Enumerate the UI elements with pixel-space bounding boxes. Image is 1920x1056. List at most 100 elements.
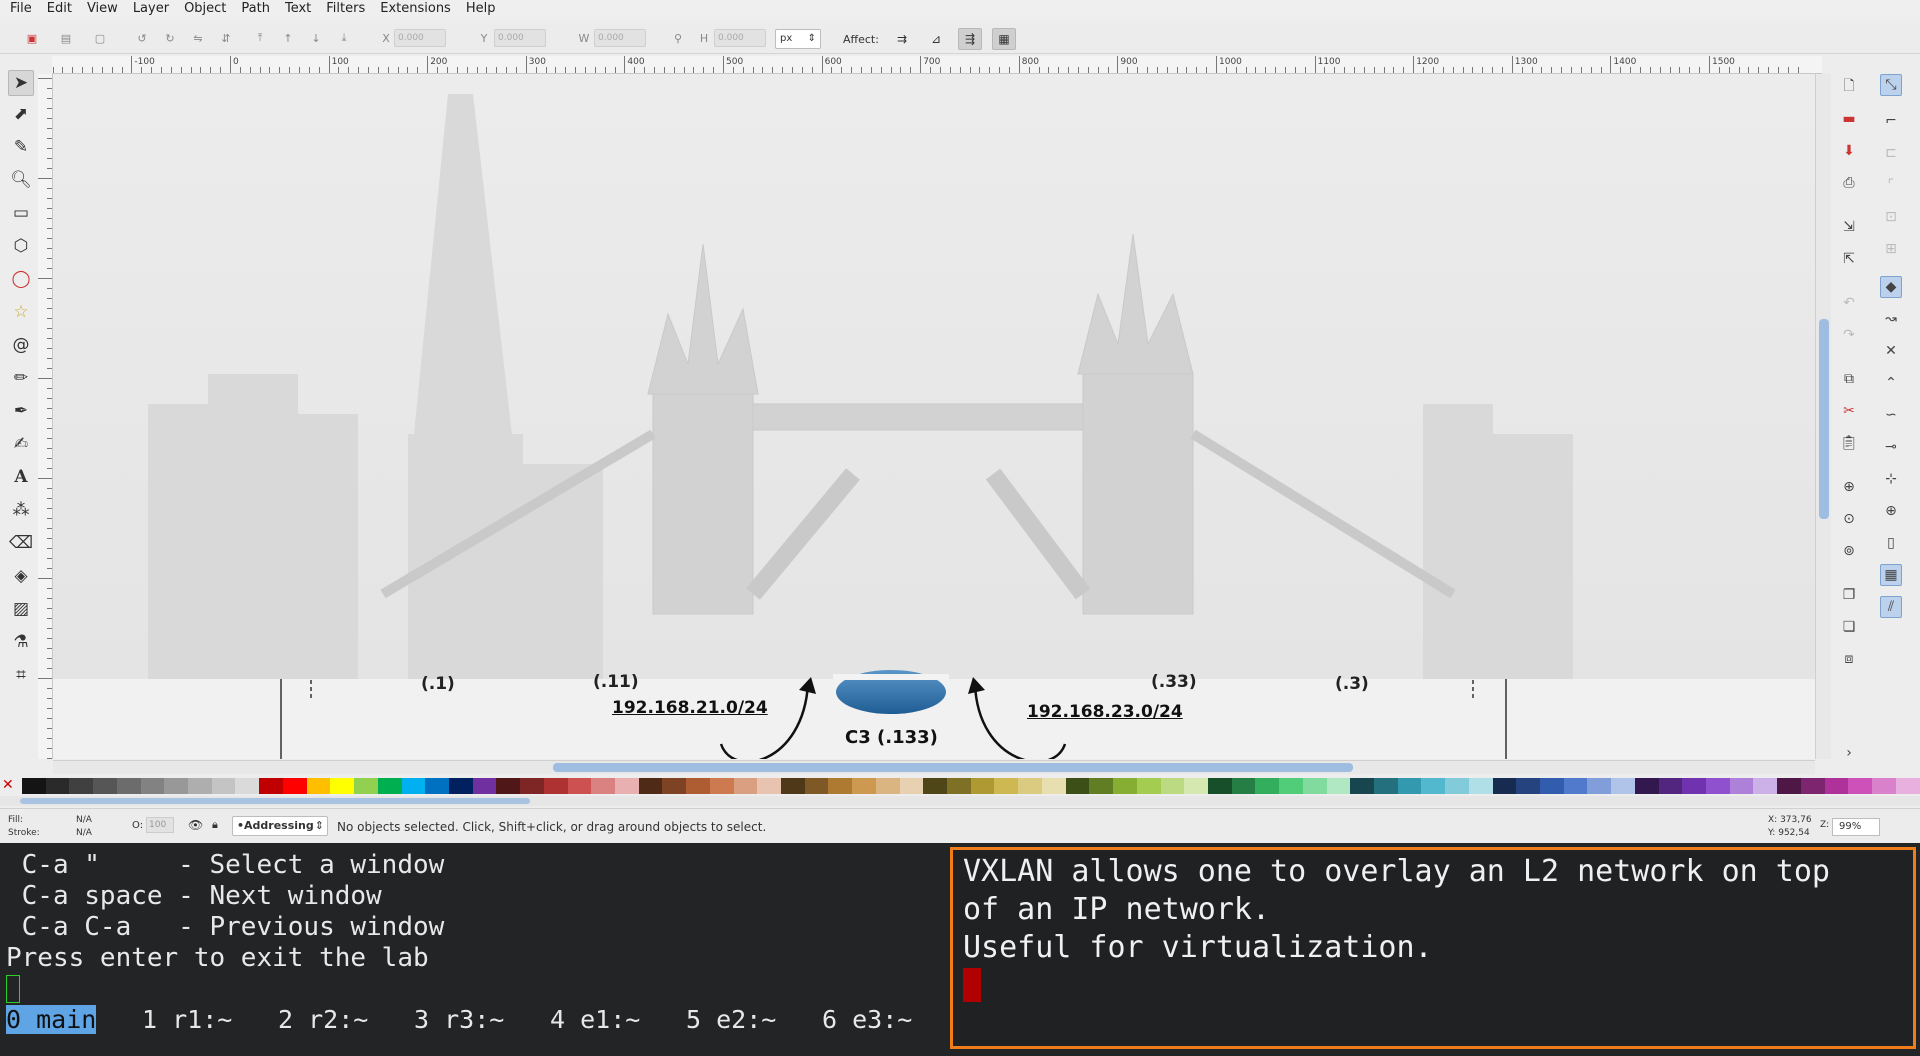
palette-swatch[interactable] bbox=[923, 778, 948, 794]
lower-to-bottom-icon[interactable]: ⤓ bbox=[334, 28, 354, 48]
move-gradients-icon[interactable]: ⇶ bbox=[958, 28, 982, 50]
print-icon[interactable]: ⎙ bbox=[1838, 172, 1860, 194]
palette-swatch[interactable] bbox=[330, 778, 355, 794]
palette-swatch[interactable] bbox=[1634, 778, 1659, 794]
lock-ratio-icon[interactable]: ⚲ bbox=[668, 28, 688, 48]
drawing-canvas[interactable]: (.1) (.11) 192.168.21.0/24 C3 (.133) 192… bbox=[53, 74, 1823, 759]
palette-swatch[interactable] bbox=[591, 778, 615, 794]
tab-3-r3[interactable]: 3 r3:~ bbox=[414, 1005, 504, 1034]
palette-swatch[interactable] bbox=[1587, 778, 1612, 794]
palette-swatch[interactable] bbox=[1089, 778, 1114, 794]
h-field[interactable]: 0.000 bbox=[714, 29, 766, 47]
pencil-tool-icon[interactable]: ✏ bbox=[8, 365, 34, 391]
snap-grids-icon[interactable]: ▦ bbox=[1880, 564, 1902, 586]
zoom-page-icon[interactable]: ⊚ bbox=[1838, 540, 1860, 562]
fill-value[interactable]: N/A bbox=[76, 815, 92, 825]
palette-swatch[interactable] bbox=[1706, 778, 1730, 794]
tab-0-main[interactable]: 0 main bbox=[6, 1005, 97, 1034]
selector-tool-icon[interactable]: ➤ bbox=[8, 70, 34, 96]
rotate-cw-icon[interactable]: ↻ bbox=[160, 28, 180, 48]
palette-swatch[interactable] bbox=[709, 778, 734, 794]
menu-edit[interactable]: Edit bbox=[47, 1, 72, 16]
palette-swatch[interactable] bbox=[1824, 778, 1849, 794]
snap-intersections-icon[interactable]: ✕ bbox=[1880, 340, 1902, 362]
snap-paths-icon[interactable]: ↝ bbox=[1880, 308, 1902, 330]
deselect-icon[interactable]: ▢ bbox=[90, 28, 110, 48]
raise-to-top-icon[interactable]: ⤒ bbox=[250, 28, 270, 48]
palette-swatch[interactable] bbox=[1136, 778, 1161, 794]
duplicate-icon[interactable]: ❐ bbox=[1838, 584, 1860, 606]
palette-swatch[interactable] bbox=[947, 778, 971, 794]
snap-bbox-icon[interactable]: ⌐ bbox=[1880, 110, 1902, 132]
snap-smooth-nodes-icon[interactable]: ∽ bbox=[1880, 404, 1902, 426]
snap-bbox-edges-icon[interactable]: ⊏ bbox=[1880, 142, 1902, 164]
snap-bbox-corners-icon[interactable]: ⌜ bbox=[1880, 174, 1902, 196]
flip-vertical-icon[interactable]: ⇵ bbox=[216, 28, 236, 48]
snap-rotation-center-icon[interactable]: ⊕ bbox=[1880, 500, 1902, 522]
tab-2-r2[interactable]: 2 r2:~ bbox=[278, 1005, 368, 1034]
palette-swatch[interactable] bbox=[1326, 778, 1351, 794]
zoom-selection-icon[interactable]: ⊕ bbox=[1838, 476, 1860, 498]
cut-icon[interactable]: ✂ bbox=[1838, 400, 1860, 422]
current-layer-select[interactable]: •Addressing ⇕ bbox=[232, 816, 328, 836]
menu-view[interactable]: View bbox=[87, 1, 118, 16]
palette-swatch[interactable] bbox=[567, 778, 592, 794]
palette-swatch[interactable] bbox=[259, 778, 283, 794]
menu-extensions[interactable]: Extensions bbox=[380, 1, 451, 16]
tab-6-e3[interactable]: 6 e3:~ bbox=[822, 1005, 912, 1034]
palette-swatch[interactable] bbox=[804, 778, 829, 794]
no-paint-icon[interactable]: ✕ bbox=[2, 778, 18, 794]
palette-swatch[interactable] bbox=[425, 778, 449, 794]
palette-swatch[interactable] bbox=[686, 778, 710, 794]
palette-swatch[interactable] bbox=[401, 778, 426, 794]
palette-swatch[interactable] bbox=[1540, 778, 1564, 794]
opacity-field[interactable]: 100 bbox=[146, 817, 174, 833]
palette-swatch[interactable] bbox=[638, 778, 663, 794]
palette-swatch[interactable] bbox=[1777, 778, 1801, 794]
palette-swatch[interactable] bbox=[164, 778, 189, 794]
palette-swatch[interactable] bbox=[45, 778, 70, 794]
snap-enable-icon[interactable]: ⤡ bbox=[1880, 74, 1902, 96]
palette-swatch[interactable] bbox=[211, 778, 236, 794]
select-all-icon[interactable]: ▣ bbox=[22, 28, 42, 48]
lower-icon[interactable]: ↓ bbox=[306, 28, 326, 48]
y-field[interactable]: 0.000 bbox=[494, 29, 546, 47]
palette-swatch[interactable] bbox=[1872, 778, 1896, 794]
snap-bbox-midpoints-icon[interactable]: ⊡ bbox=[1880, 206, 1902, 228]
palette-swatch[interactable] bbox=[1516, 778, 1540, 794]
paste-icon[interactable]: 📋︎ bbox=[1838, 432, 1860, 454]
palette-swatch[interactable] bbox=[1658, 778, 1683, 794]
menu-path[interactable]: Path bbox=[241, 1, 270, 16]
palette-swatch[interactable] bbox=[472, 778, 497, 794]
calligraphy-tool-icon[interactable]: ✍ bbox=[8, 431, 34, 457]
palette-swatch[interactable] bbox=[781, 778, 805, 794]
palette-swatch[interactable] bbox=[1729, 778, 1754, 794]
palette-swatch[interactable] bbox=[1207, 778, 1232, 794]
zoom-drawing-icon[interactable]: ⊙ bbox=[1838, 508, 1860, 530]
star-tool-icon[interactable]: ☆ bbox=[8, 299, 34, 325]
palette-swatch[interactable] bbox=[1231, 778, 1256, 794]
snap-cusp-nodes-icon[interactable]: ⌃ bbox=[1880, 372, 1902, 394]
palette-swatch[interactable] bbox=[1184, 778, 1208, 794]
move-patterns-icon[interactable]: ▦ bbox=[992, 28, 1016, 50]
snap-nodes-icon[interactable]: ◆ bbox=[1880, 276, 1902, 298]
palette-swatch[interactable] bbox=[306, 778, 331, 794]
palette-swatch[interactable] bbox=[448, 778, 473, 794]
palette-scrollbar[interactable] bbox=[0, 796, 1920, 806]
dropper-tool-icon[interactable]: ⚗ bbox=[8, 629, 34, 655]
redo-icon[interactable]: ↷ bbox=[1838, 324, 1860, 346]
3d-box-tool-icon[interactable]: ⬡ bbox=[8, 233, 34, 259]
snap-centers-icon[interactable]: ⊹ bbox=[1880, 468, 1902, 490]
menu-text[interactable]: Text bbox=[285, 1, 311, 16]
ellipse-tool-icon[interactable]: ◯ bbox=[8, 266, 34, 292]
palette-swatch[interactable] bbox=[1848, 778, 1873, 794]
palette-swatch[interactable] bbox=[282, 778, 307, 794]
layer-lock-icon[interactable]: 🔒︎ bbox=[212, 818, 218, 832]
w-field[interactable]: 0.000 bbox=[594, 29, 646, 47]
vertical-scrollbar[interactable] bbox=[1815, 74, 1831, 759]
palette-swatch[interactable] bbox=[377, 778, 402, 794]
palette-swatch[interactable] bbox=[1611, 778, 1635, 794]
horizontal-scroll-thumb[interactable] bbox=[553, 763, 1353, 772]
palette-swatch[interactable] bbox=[1800, 778, 1825, 794]
clone-icon[interactable]: ❏ bbox=[1838, 616, 1860, 638]
